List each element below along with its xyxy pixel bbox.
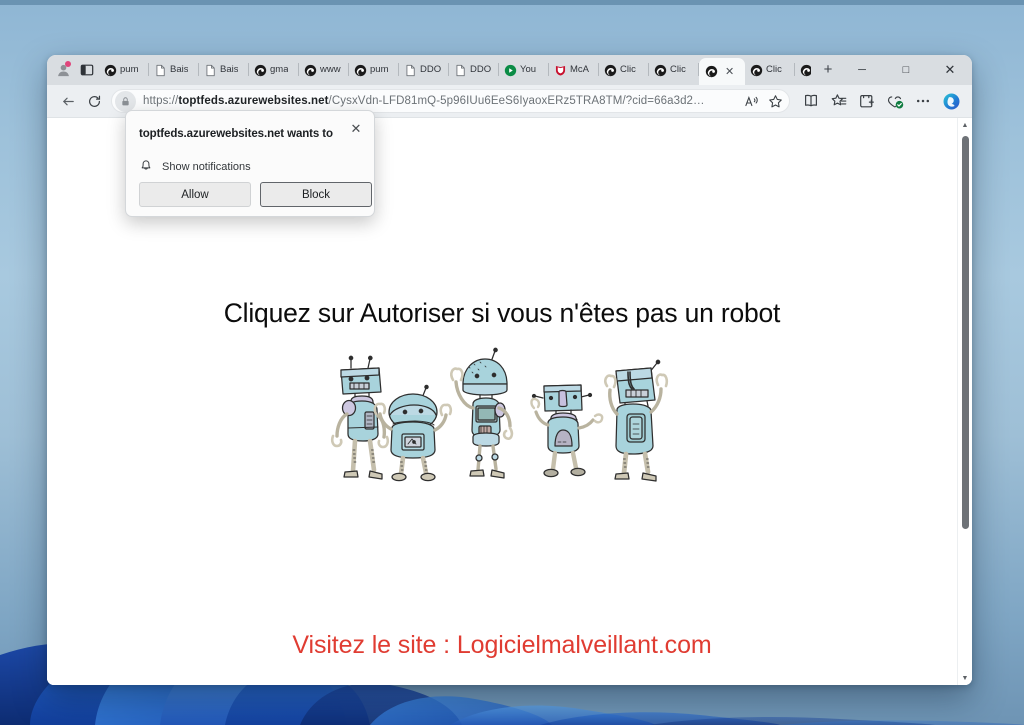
permission-dialog-title: toptfeds.azurewebsites.net wants to xyxy=(139,128,333,140)
page-headline: Cliquez sur Autoriser si vous n'êtes pas… xyxy=(223,298,781,328)
scroll-up-arrow-icon[interactable]: ▲ xyxy=(962,118,969,132)
tab-label: Clic xyxy=(766,64,782,75)
allow-button[interactable]: Allow xyxy=(139,182,251,207)
close-tab-icon[interactable]: ✕ xyxy=(725,66,734,77)
refresh-icon[interactable] xyxy=(81,88,107,114)
page-icon xyxy=(156,64,165,76)
minimize-button[interactable]: ─ xyxy=(840,55,884,85)
page-icon xyxy=(406,64,415,76)
tab-actions-icon[interactable] xyxy=(76,59,98,81)
tab-label: pum xyxy=(120,64,139,75)
tab-item[interactable]: Bais xyxy=(199,58,249,82)
tab-item[interactable]: pum xyxy=(99,58,149,82)
tab-item[interactable]: DDO xyxy=(449,58,499,82)
tab-item[interactable]: pum xyxy=(349,58,399,82)
tab-item[interactable]: Clic xyxy=(649,58,699,82)
edge-icon xyxy=(354,64,367,76)
tab-item[interactable]: You xyxy=(499,58,549,82)
close-icon[interactable]: ✕ xyxy=(346,119,366,139)
vertical-scrollbar[interactable]: ▲ ▼ xyxy=(957,118,972,685)
tabs-container: pum Bais Bais gma www pum DDO DDO You McA Clic Clic… xyxy=(99,55,811,85)
read-aloud-icon[interactable] xyxy=(739,90,763,112)
split-screen-icon[interactable] xyxy=(798,88,824,114)
permission-request-row: Show notifications xyxy=(139,157,251,177)
scrollbar-thumb[interactable] xyxy=(961,136,969,530)
profile-avatar-icon[interactable] xyxy=(52,59,74,81)
collections-icon[interactable] xyxy=(854,88,880,114)
tab-label: www xyxy=(320,64,341,75)
tab-label: Clic xyxy=(620,64,636,75)
youtube-icon xyxy=(504,64,517,76)
edge-icon xyxy=(654,64,667,76)
tab-label: DDO xyxy=(420,64,442,75)
mcafee-icon xyxy=(555,65,566,76)
tab-label: pum xyxy=(370,64,389,75)
site-information-lock-icon[interactable] xyxy=(115,90,136,112)
edge-icon xyxy=(800,64,811,76)
tab-label: McA xyxy=(570,64,589,75)
browser-essentials-icon[interactable] xyxy=(882,88,908,114)
tab-label: You xyxy=(520,64,537,75)
page-footer-text: Visitez le site : Logicielmalveillant.co… xyxy=(292,631,712,659)
tab-label: gma xyxy=(270,64,289,75)
permission-request-label: Show notifications xyxy=(162,161,251,173)
tab-item[interactable]: Bais xyxy=(149,58,199,82)
tab-active[interactable]: ✕ xyxy=(699,58,745,85)
block-button[interactable]: Block xyxy=(260,182,372,207)
tab-item[interactable]: Clic xyxy=(795,58,811,82)
tab-item[interactable]: Clic xyxy=(599,58,649,82)
add-favorite-star-icon[interactable] xyxy=(763,90,787,112)
maximize-button[interactable]: □ xyxy=(884,55,928,85)
scroll-down-arrow-icon[interactable]: ▼ xyxy=(962,671,969,685)
toolbar-actions xyxy=(798,88,964,114)
copilot-icon[interactable] xyxy=(938,88,964,114)
permission-dialog-buttons: Allow Block xyxy=(139,182,372,207)
desktop: pum Bais Bais gma www pum DDO DDO You McA Clic Clic… xyxy=(0,0,1024,725)
edge-icon xyxy=(254,64,267,76)
tab-label: DDO xyxy=(470,64,492,75)
tab-label: Clic xyxy=(670,64,686,75)
edge-icon xyxy=(304,64,317,76)
close-window-button[interactable]: ✕ xyxy=(928,55,972,85)
tab-label: Bais xyxy=(220,64,239,75)
edge-icon xyxy=(104,64,117,76)
notification-permission-dialog: toptfeds.azurewebsites.net wants to ✕ Sh… xyxy=(125,110,375,217)
favorites-list-icon[interactable] xyxy=(826,88,852,114)
new-tab-button[interactable]: + xyxy=(816,57,840,81)
browser-window: pum Bais Bais gma www pum DDO DDO You McA Clic Clic… xyxy=(47,55,972,685)
tab-item[interactable]: Clic xyxy=(745,58,795,82)
tab-label: Bais xyxy=(170,64,189,75)
tab-item[interactable]: DDO xyxy=(399,58,449,82)
edge-icon xyxy=(705,65,718,78)
tab-item[interactable]: www xyxy=(299,58,349,82)
tab-strip: pum Bais Bais gma www pum DDO DDO You McA Clic Clic… xyxy=(47,55,972,85)
edge-icon xyxy=(750,64,763,76)
window-controls: ─ □ ✕ xyxy=(840,55,972,85)
url-text[interactable]: https://toptfeds.azurewebsites.net/CysxV… xyxy=(143,95,739,107)
page-icon xyxy=(206,64,215,76)
scrollbar-track[interactable] xyxy=(958,132,973,671)
robots-illustration xyxy=(330,347,669,482)
edge-icon xyxy=(604,64,617,76)
page-icon xyxy=(456,64,465,76)
tab-item[interactable]: McA xyxy=(549,58,599,82)
notification-bell-icon xyxy=(139,157,153,177)
profile-notification-dot xyxy=(65,61,71,67)
settings-and-more-icon[interactable] xyxy=(910,88,936,114)
tab-item[interactable]: gma xyxy=(249,58,299,82)
back-arrow-icon[interactable] xyxy=(55,88,81,114)
